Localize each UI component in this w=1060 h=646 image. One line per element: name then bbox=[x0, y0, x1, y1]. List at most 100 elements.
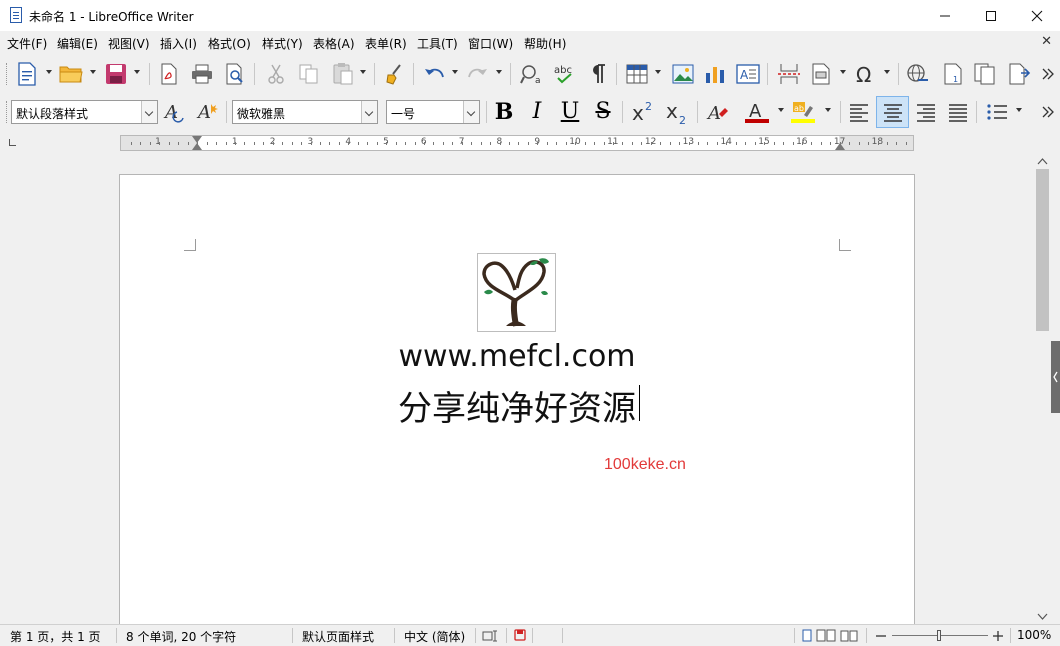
document-page[interactable]: www.mefcl.com 分享纯净好资源 100keke.cn bbox=[119, 174, 915, 624]
sidebar-toggle-handle[interactable] bbox=[1051, 341, 1060, 413]
paste-dropdown-icon[interactable] bbox=[360, 70, 366, 74]
track-changes-icon[interactable] bbox=[1006, 61, 1032, 87]
status-separator bbox=[562, 628, 563, 643]
clear-formatting-icon[interactable]: A bbox=[705, 99, 731, 125]
more-options-icon[interactable] bbox=[1038, 99, 1058, 125]
chevron-down-icon[interactable] bbox=[361, 101, 377, 123]
font-name-select[interactable]: 微软雅黑 bbox=[232, 100, 378, 124]
page-break-icon[interactable] bbox=[776, 61, 802, 87]
menu-format[interactable]: 格式(O) bbox=[208, 35, 251, 52]
update-style-icon[interactable]: A bbox=[162, 99, 188, 125]
page-count-status[interactable]: 第 1 页，共 1 页 bbox=[10, 628, 101, 645]
open-dropdown-icon[interactable] bbox=[90, 70, 96, 74]
strikethrough-button[interactable]: S bbox=[591, 99, 615, 125]
table-dropdown-icon[interactable] bbox=[655, 70, 661, 74]
menu-window[interactable]: 窗口(W) bbox=[468, 35, 513, 52]
menu-form[interactable]: 表单(R) bbox=[365, 35, 407, 52]
scroll-thumb[interactable] bbox=[1036, 169, 1049, 331]
redo-dropdown-icon[interactable] bbox=[496, 70, 502, 74]
print-icon[interactable] bbox=[189, 61, 215, 87]
undo-icon[interactable] bbox=[421, 61, 447, 87]
subscript-icon[interactable]: x2 bbox=[664, 99, 690, 125]
print-preview-icon[interactable] bbox=[222, 61, 248, 87]
insert-image-icon[interactable] bbox=[670, 61, 696, 87]
horizontal-ruler[interactable]: 1123456789101112131415161718 bbox=[120, 135, 914, 151]
font-size-select[interactable]: 一号 bbox=[386, 100, 480, 124]
comment-icon[interactable] bbox=[972, 61, 998, 87]
vertical-scrollbar[interactable] bbox=[1032, 155, 1060, 624]
menu-file[interactable]: 文件(F) bbox=[7, 35, 47, 52]
save-dropdown-icon[interactable] bbox=[134, 70, 140, 74]
chevron-down-icon[interactable] bbox=[463, 101, 479, 123]
cut-icon[interactable] bbox=[263, 61, 289, 87]
clone-formatting-icon[interactable] bbox=[382, 61, 408, 87]
close-window-button[interactable] bbox=[1014, 0, 1060, 31]
open-folder-icon[interactable] bbox=[58, 61, 84, 87]
more-options-icon[interactable] bbox=[1038, 61, 1058, 87]
list-icon[interactable] bbox=[984, 99, 1010, 125]
book-view-icon bbox=[840, 630, 858, 642]
copy-icon[interactable] bbox=[296, 61, 322, 87]
menu-edit[interactable]: 编辑(E) bbox=[57, 35, 98, 52]
menu-table[interactable]: 表格(A) bbox=[313, 35, 355, 52]
spelling-icon[interactable]: abc bbox=[552, 61, 578, 87]
menu-styles[interactable]: 样式(Y) bbox=[262, 35, 303, 52]
align-left-icon[interactable] bbox=[846, 99, 872, 125]
paste-icon[interactable] bbox=[330, 61, 356, 87]
italic-button[interactable]: I bbox=[525, 99, 549, 125]
zoom-slider-handle[interactable] bbox=[937, 630, 941, 641]
field-dropdown-icon[interactable] bbox=[840, 70, 846, 74]
bold-button[interactable]: B bbox=[492, 99, 516, 125]
highlight-dropdown-icon[interactable] bbox=[825, 108, 831, 112]
ruler-tick bbox=[858, 142, 860, 145]
toolbar-grip[interactable] bbox=[6, 63, 8, 85]
export-pdf-icon[interactable] bbox=[156, 61, 182, 87]
font-color-dropdown-icon[interactable] bbox=[778, 108, 784, 112]
menu-tools[interactable]: 工具(T) bbox=[417, 35, 458, 52]
insert-chart-icon[interactable] bbox=[702, 61, 728, 87]
insert-textbox-icon[interactable]: A bbox=[735, 61, 761, 87]
minimize-button[interactable] bbox=[922, 0, 968, 31]
menu-help[interactable]: 帮助(H) bbox=[524, 35, 566, 52]
list-dropdown-icon[interactable] bbox=[1016, 108, 1022, 112]
paragraph-style-select[interactable]: 默认段落样式 bbox=[11, 100, 158, 124]
chevron-down-icon[interactable] bbox=[141, 101, 157, 123]
save-icon[interactable] bbox=[103, 61, 129, 87]
special-character-dropdown-icon[interactable] bbox=[884, 70, 890, 74]
underline-button[interactable]: U bbox=[558, 99, 582, 125]
new-dropdown-icon[interactable] bbox=[46, 70, 52, 74]
document-line-slogan[interactable]: 分享纯净好资源 bbox=[120, 381, 914, 430]
tab-stop-type-icon[interactable] bbox=[9, 139, 16, 146]
superscript-icon[interactable]: x2 bbox=[630, 99, 656, 125]
insert-field-icon[interactable] bbox=[808, 61, 834, 87]
toolbar-grip[interactable] bbox=[6, 101, 8, 123]
hyperlink-icon[interactable] bbox=[905, 61, 931, 87]
menu-insert[interactable]: 插入(I) bbox=[160, 35, 197, 52]
formatting-marks-icon[interactable] bbox=[585, 61, 611, 87]
ruler-tick bbox=[234, 142, 236, 145]
separator bbox=[840, 101, 841, 123]
insert-table-icon[interactable] bbox=[624, 61, 650, 87]
font-color-icon[interactable]: A bbox=[744, 99, 770, 125]
menu-view[interactable]: 视图(V) bbox=[108, 35, 150, 52]
redo-icon[interactable] bbox=[465, 61, 491, 87]
page-style-status[interactable]: 默认页面样式 bbox=[302, 628, 374, 645]
align-right-icon[interactable] bbox=[913, 99, 939, 125]
document-line-url[interactable]: www.mefcl.com bbox=[120, 339, 914, 374]
word-count-status[interactable]: 8 个单词, 20 个字符 bbox=[126, 628, 236, 645]
zoom-level-status[interactable]: 100% bbox=[1017, 628, 1051, 642]
close-document-button[interactable]: ✕ bbox=[1041, 34, 1052, 49]
find-replace-icon[interactable]: a bbox=[519, 61, 545, 87]
language-status[interactable]: 中文 (简体) bbox=[404, 628, 465, 645]
justify-icon[interactable] bbox=[945, 99, 971, 125]
footnote-icon[interactable]: 1 bbox=[940, 61, 966, 87]
new-document-icon[interactable] bbox=[14, 61, 40, 87]
highlight-color-icon[interactable]: ab bbox=[790, 99, 816, 125]
new-style-icon[interactable]: A bbox=[195, 99, 221, 125]
undo-dropdown-icon[interactable] bbox=[452, 70, 458, 74]
tree-heart-logo-image[interactable] bbox=[477, 253, 556, 332]
align-center-icon[interactable] bbox=[876, 96, 909, 128]
special-character-icon[interactable]: Ω bbox=[852, 61, 878, 87]
maximize-button[interactable] bbox=[968, 0, 1014, 31]
ruler-tick bbox=[716, 142, 718, 145]
